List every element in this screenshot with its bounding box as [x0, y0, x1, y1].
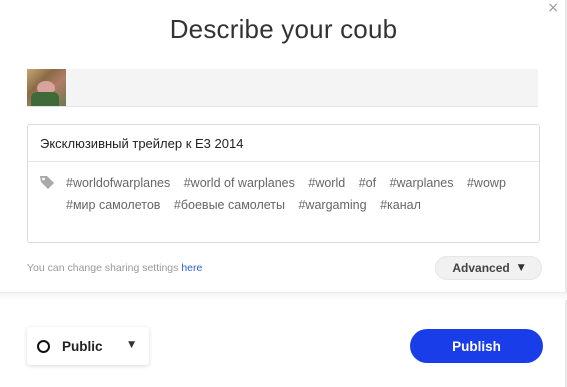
- chevron-down-icon: ▼: [517, 263, 525, 273]
- title-input[interactable]: Эксклюзивный трейлер к E3 2014: [28, 125, 539, 162]
- avatar: [27, 69, 66, 106]
- privacy-dropdown[interactable]: Public ▼: [27, 327, 149, 365]
- tag-item[interactable]: #wowp: [467, 176, 506, 190]
- channel-selector[interactable]: [27, 69, 538, 107]
- public-circle-icon: [37, 339, 50, 353]
- tags-area[interactable]: #worldofwarplanes #world of warplanes #w…: [28, 162, 539, 216]
- description-box: Эксклюзивный трейлер к E3 2014 #worldofw…: [27, 124, 540, 243]
- tag-item[interactable]: #warplanes: [390, 176, 454, 190]
- footer-divider: [0, 292, 567, 300]
- tag-item[interactable]: #wargaming: [298, 198, 366, 212]
- dialog-title: Describe your coub: [169, 14, 398, 44]
- tag-item[interactable]: #of: [359, 176, 376, 190]
- tag-item[interactable]: #world of warplanes: [184, 176, 295, 190]
- chevron-down-icon: ▼: [128, 340, 135, 350]
- tags-list: #worldofwarplanes #world of warplanes #w…: [66, 172, 527, 216]
- tag-item[interactable]: #боевые самолеты: [174, 198, 285, 212]
- tag-item[interactable]: #мир самолетов: [66, 198, 160, 212]
- advanced-label: Advanced: [452, 261, 510, 275]
- advanced-button[interactable]: Advanced ▼: [435, 256, 542, 280]
- tag-item[interactable]: #worldofwarplanes: [66, 176, 170, 190]
- publish-button[interactable]: Publish: [410, 329, 543, 363]
- tag-item[interactable]: #канал: [380, 198, 421, 212]
- sharing-note: You can change sharing settings here: [27, 262, 203, 274]
- tag-item[interactable]: #world: [308, 176, 345, 190]
- privacy-label: Public: [62, 338, 103, 354]
- tag-icon: [40, 176, 54, 189]
- sharing-settings-link[interactable]: here: [181, 262, 202, 274]
